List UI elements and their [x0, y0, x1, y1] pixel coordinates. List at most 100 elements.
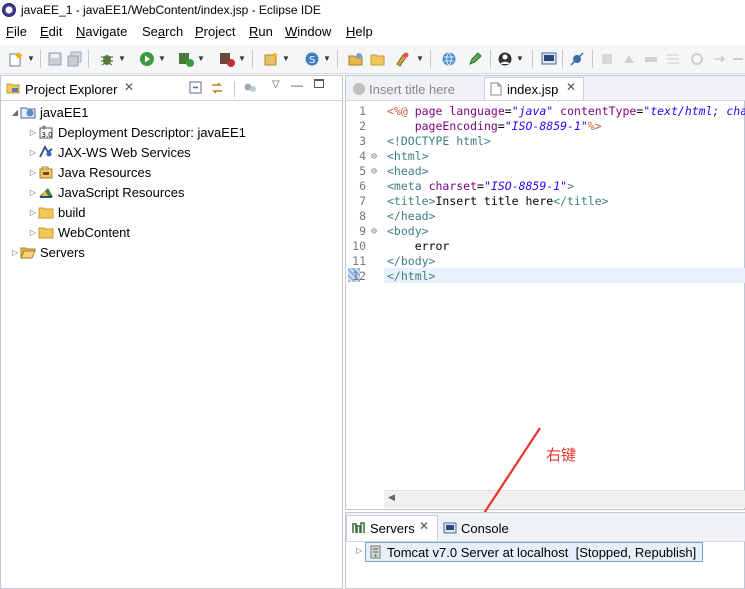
new-java-dropdown-icon[interactable]: ▼ [282, 52, 290, 64]
fold-toggle-icon[interactable]: ⊖ [368, 224, 380, 239]
servers-tab-label: Servers [370, 521, 415, 536]
collapsed-triangle-icon[interactable]: ▷ [28, 228, 38, 237]
fold-toggle-icon[interactable] [368, 269, 380, 284]
new-class-icon[interactable]: S [303, 50, 321, 68]
menu-search[interactable]: Search [142, 24, 183, 39]
menu-help[interactable]: Help [346, 24, 373, 39]
run-server-dropdown-icon[interactable]: ▼ [197, 52, 205, 64]
tree-item-jax-ws[interactable]: ▷ JAX-WS Web Services [28, 142, 191, 162]
collapsed-triangle-icon[interactable]: ▷ [28, 148, 38, 157]
collapsed-triangle-icon[interactable]: ▷ [356, 546, 362, 555]
tree-item-servers[interactable]: ▷ Servers [10, 242, 85, 262]
line-number: 10 [352, 239, 366, 253]
globe-icon[interactable] [440, 50, 458, 68]
fold-toggle-icon[interactable] [368, 194, 380, 209]
new-dropdown-icon[interactable]: ▼ [27, 52, 35, 64]
project-explorer-icon [6, 81, 20, 95]
fold-toggle-icon[interactable]: ⊖ [368, 149, 380, 164]
disabled-icon-7[interactable] [730, 50, 745, 68]
fold-markers: ⊖ ⊖ ⊖ [368, 104, 380, 284]
menu-edit[interactable]: Edit [40, 24, 62, 39]
tree-item-java-resources[interactable]: ▷ Java Resources [28, 162, 151, 182]
web-project-icon [20, 105, 36, 119]
menu-project[interactable]: Project [195, 24, 235, 39]
fold-toggle-icon[interactable] [368, 119, 380, 134]
open-folder-icon [20, 245, 36, 259]
disabled-icon-5[interactable] [688, 50, 706, 68]
new-java-project-icon[interactable] [262, 50, 280, 68]
deployment-descriptor-icon: 3.0 [38, 125, 54, 139]
disabled-icon-4[interactable] [664, 50, 682, 68]
menu-window[interactable]: Window [285, 24, 331, 39]
fold-toggle-icon[interactable] [368, 104, 380, 119]
code-area[interactable]: <%@ page language="java" contentType="te… [387, 104, 745, 284]
run-dropdown-icon[interactable]: ▼ [158, 52, 166, 64]
fold-toggle-icon[interactable] [368, 179, 380, 194]
focus-on-active-task-icon[interactable] [242, 80, 258, 99]
disabled-icon-1[interactable] [598, 50, 616, 68]
run-icon[interactable] [138, 50, 156, 68]
fold-toggle-icon[interactable] [368, 254, 380, 269]
collapsed-triangle-icon[interactable]: ▷ [28, 208, 38, 217]
search-dropdown-icon[interactable]: ▼ [416, 52, 424, 64]
fold-toggle-icon[interactable] [368, 209, 380, 224]
new-class-dropdown-icon[interactable]: ▼ [323, 52, 331, 64]
open-type-icon[interactable] [347, 50, 365, 68]
toolbar-separator [562, 50, 563, 68]
disabled-icon-2[interactable] [620, 50, 638, 68]
fold-toggle-icon[interactable]: ⊖ [368, 164, 380, 179]
tree-item-build[interactable]: ▷ build [28, 202, 86, 222]
perspective-icon[interactable] [496, 50, 514, 68]
line-number: 6 [359, 179, 366, 193]
tab-insert-title-here[interactable]: Insert title here [369, 82, 455, 97]
disabled-icon-3[interactable] [642, 50, 660, 68]
tree-item-label: build [58, 204, 86, 220]
scroll-left-icon[interactable]: ◀ [388, 492, 395, 503]
code-line-8: </head> [387, 209, 436, 223]
save-icon[interactable] [46, 50, 64, 68]
collapsed-triangle-icon[interactable]: ▷ [28, 188, 38, 197]
collapsed-triangle-icon[interactable]: ▷ [28, 168, 38, 177]
new-icon[interactable] [7, 50, 25, 68]
line-number: 9 [359, 224, 366, 238]
fold-toggle-icon[interactable] [368, 239, 380, 254]
tab-console[interactable]: Console [461, 521, 509, 536]
menu-file[interactable]: File [6, 24, 27, 39]
skip-breakpoints-icon[interactable] [568, 50, 586, 68]
code-line-12: </html> [387, 269, 436, 283]
tree-item-javaee1[interactable]: ◢ javaEE1 [10, 102, 89, 122]
perspective-dropdown-icon[interactable]: ▼ [516, 52, 524, 64]
run-server-icon[interactable] [177, 50, 195, 68]
close-icon[interactable]: ✕ [124, 80, 134, 94]
link-with-editor-icon[interactable] [209, 80, 225, 99]
collapsed-triangle-icon[interactable]: ▷ [10, 248, 20, 257]
open-resource-icon[interactable] [369, 50, 387, 68]
tab-label: index.jsp [507, 82, 559, 97]
menu-run[interactable]: Run [249, 24, 273, 39]
collapse-all-icon[interactable] [188, 80, 204, 99]
tree-item-webcontent[interactable]: ▷ WebContent [28, 222, 130, 242]
close-icon[interactable]: ✕ [566, 80, 576, 94]
project-explorer-tab[interactable]: Project Explorer [25, 82, 117, 97]
disabled-icon-6[interactable] [712, 50, 730, 68]
toolbar-separator [234, 81, 235, 97]
expanded-triangle-icon[interactable]: ◢ [10, 108, 20, 117]
collapsed-triangle-icon[interactable]: ▷ [28, 128, 38, 137]
pen-icon[interactable] [466, 50, 484, 68]
console-view-icon[interactable] [540, 50, 558, 68]
tree-item-deployment-descriptor[interactable]: ▷ 3.0 Deployment Descriptor: javaEE1 [28, 122, 246, 142]
toolbar-separator [490, 50, 491, 68]
maximize-icon[interactable] [314, 79, 324, 88]
tree-item-javascript-resources[interactable]: ▷ JavaScript Resources [28, 182, 185, 202]
minimize-icon[interactable]: — [291, 78, 303, 92]
close-icon[interactable]: ✕ [419, 519, 429, 533]
debug-icon[interactable] [98, 50, 116, 68]
search-icon[interactable] [393, 50, 411, 68]
debug-dropdown-icon[interactable]: ▼ [118, 52, 126, 64]
menu-navigate[interactable]: Navigate [76, 24, 127, 39]
fold-toggle-icon[interactable] [368, 134, 380, 149]
external-tools-dropdown-icon[interactable]: ▼ [238, 52, 246, 64]
view-menu-icon[interactable]: ▽ [272, 79, 280, 90]
save-all-icon[interactable] [66, 50, 84, 68]
external-tools-icon[interactable] [218, 50, 236, 68]
